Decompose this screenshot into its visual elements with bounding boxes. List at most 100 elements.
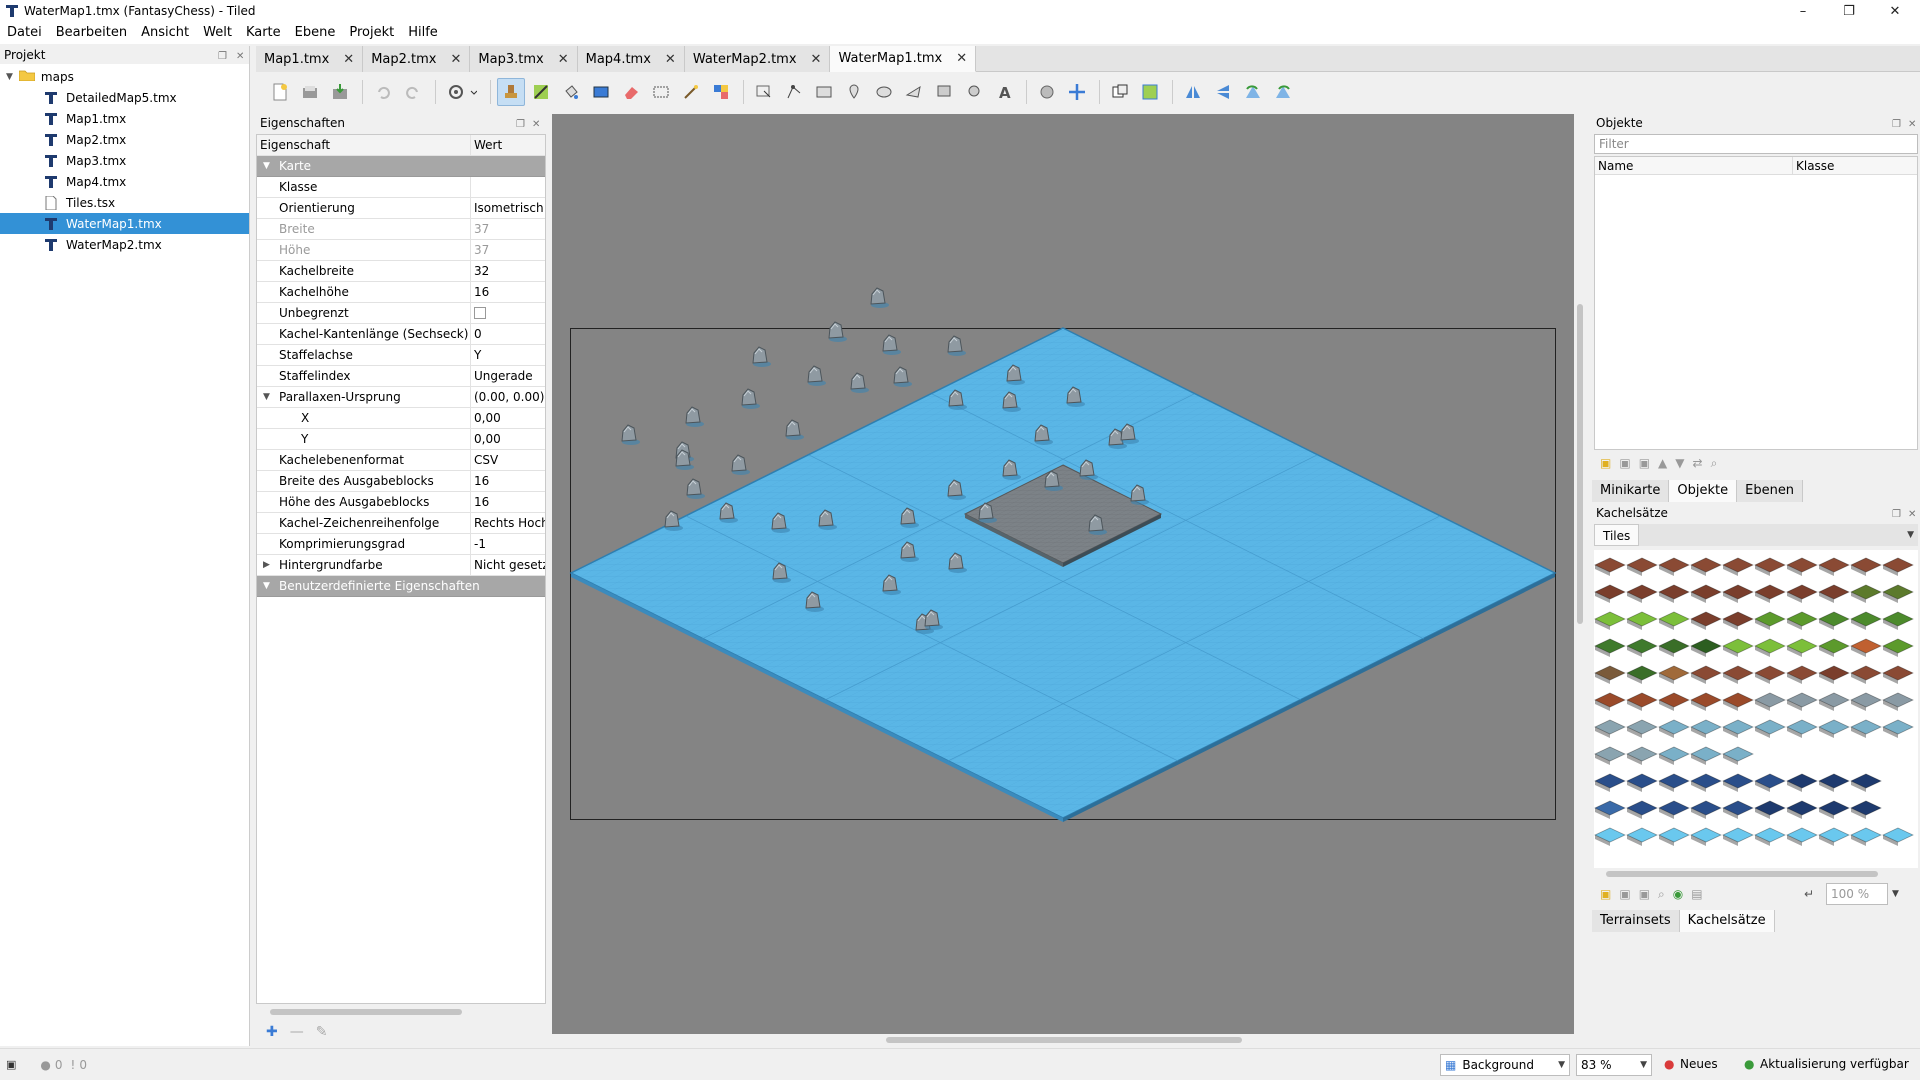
map-hscroll[interactable] <box>552 1034 1574 1046</box>
terrain-brush-icon[interactable] <box>527 78 555 106</box>
new-tileset-icon[interactable]: ▣ <box>1600 887 1611 901</box>
property-row[interactable]: Unbegrenzt <box>257 303 545 324</box>
edit-polygons-icon[interactable] <box>780 78 808 106</box>
tab-ebenen[interactable]: Ebenen <box>1737 480 1804 502</box>
property-row[interactable]: X 0,00 <box>257 408 545 429</box>
chevron-down-icon[interactable]: ▼ <box>263 581 270 591</box>
property-value[interactable]: CSV <box>471 450 545 470</box>
float-panel-icon[interactable]: ❐ <box>1892 116 1901 134</box>
close-panel-icon[interactable]: ✕ <box>236 48 244 66</box>
arrow-down-icon[interactable]: ▼ <box>1675 456 1684 472</box>
tileset-grid[interactable] <box>1594 550 1918 868</box>
property-row[interactable]: Kachelbreite 32 <box>257 261 545 282</box>
zoom-combo[interactable]: 83 % ▼ <box>1576 1054 1652 1076</box>
bucket-fill-icon[interactable] <box>557 78 585 106</box>
edit-tileset-icon[interactable]: ⌕ <box>1658 887 1665 902</box>
property-value[interactable]: Rechts Hoch <box>471 513 545 533</box>
warning-icon[interactable]: ! <box>71 1058 76 1072</box>
close-tab-icon[interactable]: ✕ <box>558 52 569 67</box>
wang-fill-icon[interactable] <box>1136 78 1164 106</box>
duplicate-icon[interactable]: ▣ <box>1619 456 1630 472</box>
tab-minikarte[interactable]: Minikarte <box>1592 480 1670 502</box>
new-map-icon[interactable] <box>266 78 294 106</box>
unbounded-checkbox[interactable] <box>474 307 486 319</box>
close-tab-icon[interactable]: ✕ <box>451 52 462 67</box>
tab-map1[interactable]: Map1.tmx ✕ <box>256 46 364 72</box>
property-value[interactable]: 16 <box>471 471 545 491</box>
map-vscroll[interactable] <box>1574 114 1586 1034</box>
close-panel-icon[interactable]: ✕ <box>532 116 540 134</box>
property-row[interactable]: Orientierung Isometrisch <box>257 198 545 219</box>
tree-file-map3[interactable]: Map3.tmx <box>0 150 249 171</box>
objects-filter-input[interactable]: Filter <box>1594 134 1918 154</box>
remove-property-icon[interactable]: — <box>290 1024 304 1040</box>
shape-fill-icon[interactable] <box>587 78 615 106</box>
close-tab-icon[interactable]: ✕ <box>343 52 354 67</box>
update-label[interactable]: Aktualisierung verfügbar <box>1760 1057 1909 1071</box>
column-header-value[interactable]: Wert <box>471 135 545 155</box>
tileset-menu-icon[interactable]: ▼ <box>1907 530 1914 540</box>
property-row[interactable]: Höhe 37 <box>257 240 545 261</box>
eraser-icon[interactable] <box>617 78 645 106</box>
close-tab-icon[interactable]: ✕ <box>665 52 676 67</box>
property-value[interactable] <box>471 303 545 323</box>
property-row[interactable]: Kachelhöhe 16 <box>257 282 545 303</box>
close-window-button[interactable]: ✕ <box>1872 0 1918 22</box>
commands-icon[interactable] <box>442 78 482 106</box>
column-header-class[interactable]: Klasse <box>1793 157 1834 174</box>
insert-tile-icon[interactable] <box>930 78 958 106</box>
float-panel-icon[interactable]: ❐ <box>516 116 525 134</box>
close-tab-icon[interactable]: ✕ <box>811 52 822 67</box>
select-objects-icon[interactable] <box>750 78 778 106</box>
group-row-map[interactable]: ▼ Karte <box>257 156 545 177</box>
property-value[interactable]: 16 <box>471 282 545 302</box>
property-value[interactable]: Y <box>471 345 545 365</box>
news-icon[interactable]: ● <box>1664 1057 1674 1071</box>
insert-template-icon[interactable] <box>960 78 988 106</box>
chevron-down-icon[interactable]: ▼ <box>263 392 270 402</box>
property-value[interactable]: 0,00 <box>471 408 545 428</box>
map-canvas[interactable] <box>552 114 1574 1034</box>
redo-icon[interactable] <box>399 78 427 106</box>
minimize-button[interactable]: – <box>1780 0 1826 22</box>
insert-text-icon[interactable]: A <box>990 78 1018 106</box>
save-icon[interactable] <box>326 78 354 106</box>
property-row[interactable]: Klasse <box>257 177 545 198</box>
magic-wand-icon[interactable] <box>677 78 705 106</box>
close-tab-icon[interactable]: ✕ <box>956 51 967 66</box>
menu-karte[interactable]: Karte <box>239 22 288 44</box>
object-properties-icon[interactable]: ⌕ <box>1711 456 1718 472</box>
insert-rectangle-icon[interactable] <box>810 78 838 106</box>
remove-icon[interactable]: ▣ <box>1639 456 1650 472</box>
property-value[interactable]: Ungerade <box>471 366 545 386</box>
world-tool-icon[interactable] <box>1033 78 1061 106</box>
tree-file-watermap2[interactable]: WaterMap2.tmx <box>0 234 249 255</box>
new-object-layer-icon[interactable]: ▣ <box>1600 456 1611 472</box>
update-icon[interactable]: ● <box>1744 1057 1754 1071</box>
property-value[interactable]: (0.00, 0.00) <box>471 387 545 407</box>
insert-polygon-icon[interactable] <box>900 78 928 106</box>
current-layer-combo[interactable]: ▦ Background ▼ <box>1440 1054 1570 1076</box>
property-row[interactable]: Breite des Ausgabeblocks 16 <box>257 471 545 492</box>
tab-objekte[interactable]: Objekte <box>1669 480 1738 502</box>
property-value[interactable]: 0,00 <box>471 429 545 449</box>
flip-horizontal-icon[interactable] <box>1179 78 1207 106</box>
return-icon[interactable]: ↵ <box>1804 887 1814 901</box>
tree-file-tiles[interactable]: Tiles.tsx <box>0 192 249 213</box>
flip-vertical-icon[interactable] <box>1209 78 1237 106</box>
isometric-map[interactable] <box>552 114 1574 1034</box>
property-value[interactable]: 37 <box>471 219 545 239</box>
scroll-thumb[interactable] <box>270 1009 462 1015</box>
rotate-right-icon[interactable] <box>1269 78 1297 106</box>
property-value[interactable]: -1 <box>471 534 545 554</box>
property-row[interactable]: Breite 37 <box>257 219 545 240</box>
move-icon[interactable] <box>1063 78 1091 106</box>
scroll-thumb[interactable] <box>886 1037 1242 1043</box>
menu-ansicht[interactable]: Ansicht <box>134 22 196 44</box>
tab-kachelsaetze[interactable]: Kachelsätze <box>1679 910 1775 932</box>
property-row[interactable]: Staffelachse Y <box>257 345 545 366</box>
property-row[interactable]: Höhe des Ausgabeblocks 16 <box>257 492 545 513</box>
move-to-layer-icon[interactable]: ⇄ <box>1693 456 1703 472</box>
tree-file-detailedmap5[interactable]: DetailedMap5.tmx <box>0 87 249 108</box>
rotate-left-icon[interactable] <box>1239 78 1267 106</box>
